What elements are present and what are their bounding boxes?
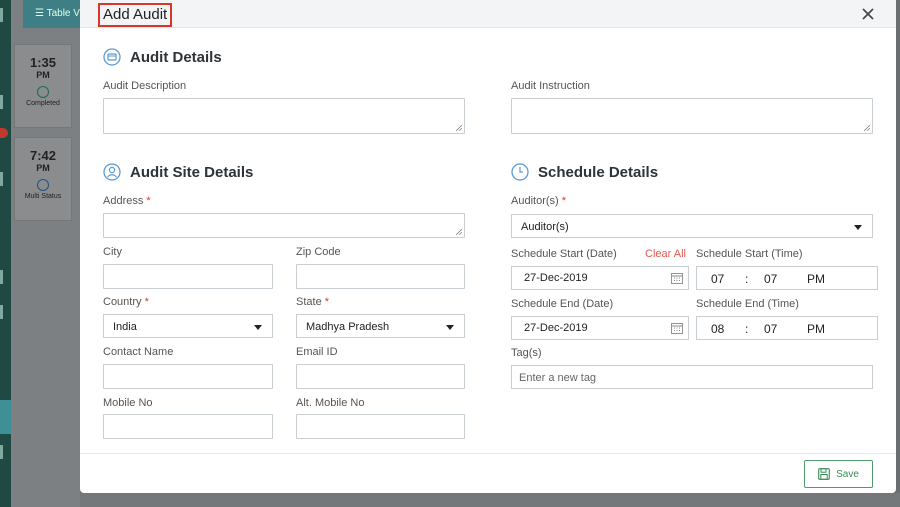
check-circle-icon: [37, 86, 49, 98]
left-nav-rail: [0, 0, 11, 507]
schedule-end-date-label: Schedule End (Date): [511, 298, 614, 310]
time-separator: :: [745, 272, 749, 286]
country-select[interactable]: India: [103, 314, 273, 338]
state-select[interactable]: Madhya Pradesh: [296, 314, 465, 338]
address-label: Address *: [103, 195, 151, 207]
contact-name-input[interactable]: [103, 364, 273, 389]
tags-label: Tag(s): [511, 347, 542, 359]
zip-code-input[interactable]: [296, 264, 465, 289]
start-minute[interactable]: 07: [764, 272, 777, 286]
close-icon[interactable]: [860, 6, 876, 22]
user-icon: [103, 163, 121, 181]
schedule-end-time-input[interactable]: 08 : 07 PM: [696, 316, 878, 340]
state-label: State *: [296, 296, 330, 308]
mobile-no-label: Mobile No: [103, 397, 153, 409]
chevron-down-icon: [254, 325, 262, 330]
country-label: Country *: [103, 296, 149, 308]
schedule-start-time-label: Schedule Start (Time): [696, 248, 803, 260]
chevron-down-icon: [446, 325, 454, 330]
audit-description-textarea[interactable]: [103, 98, 465, 134]
audit-details-icon: [103, 48, 121, 66]
email-id-label: Email ID: [296, 346, 338, 358]
mobile-no-input[interactable]: [103, 414, 273, 439]
time-separator: :: [745, 322, 749, 336]
save-button[interactable]: Save: [804, 460, 873, 488]
notification-dot: [0, 128, 8, 138]
clear-all-link[interactable]: Clear All: [645, 248, 686, 260]
start-ampm[interactable]: PM: [807, 272, 825, 286]
floppy-disk-icon: [818, 468, 830, 480]
nav-marker: [0, 95, 3, 109]
resize-handle-icon[interactable]: [456, 125, 462, 131]
end-hour[interactable]: 08: [711, 322, 724, 336]
calendar-icon[interactable]: [671, 322, 683, 334]
end-ampm[interactable]: PM: [807, 322, 825, 336]
schedule-end-date-input[interactable]: 27-Dec-2019: [511, 316, 689, 340]
nav-marker: [0, 172, 3, 186]
modal-header: Add Audit: [80, 0, 896, 28]
nav-marker: [0, 305, 3, 319]
modal-title: Add Audit: [98, 3, 173, 27]
filter-icon: ☰: [35, 8, 44, 19]
alt-mobile-no-input[interactable]: [296, 414, 465, 439]
multi-status-icon: [37, 179, 49, 191]
resize-handle-icon[interactable]: [456, 229, 462, 235]
contact-name-label: Contact Name: [103, 346, 174, 358]
nav-active-item: [0, 400, 11, 434]
email-id-input[interactable]: [296, 364, 465, 389]
calendar-icon[interactable]: [671, 272, 683, 284]
schedule-card: 1:35 PM Completed: [14, 44, 72, 128]
resize-handle-icon[interactable]: [864, 125, 870, 131]
schedule-end-time-label: Schedule End (Time): [696, 298, 799, 310]
nav-marker: [0, 8, 3, 22]
audit-description-label: Audit Description: [103, 80, 187, 92]
schedule-start-date-input[interactable]: 27-Dec-2019: [511, 266, 689, 290]
audit-site-details-heading: Audit Site Details: [103, 163, 253, 181]
backdrop-bottom: [80, 493, 900, 507]
nav-marker: [0, 270, 3, 284]
tags-input[interactable]: Enter a new tag: [511, 365, 873, 389]
schedule-details-heading: Schedule Details: [511, 163, 658, 181]
zip-code-label: Zip Code: [296, 246, 341, 258]
nav-marker: [0, 445, 3, 459]
auditors-select[interactable]: Auditor(s): [511, 214, 873, 238]
audit-instruction-textarea[interactable]: [511, 98, 873, 134]
address-textarea[interactable]: [103, 213, 465, 238]
schedule-start-date-label: Schedule Start (Date): [511, 248, 617, 260]
auditors-label: Auditor(s) *: [511, 195, 567, 207]
audit-instruction-label: Audit Instruction: [511, 80, 590, 92]
chevron-down-icon: [854, 225, 862, 230]
city-label: City: [103, 246, 122, 258]
table-view-button: ☰ Table V: [23, 0, 80, 28]
start-hour[interactable]: 07: [711, 272, 724, 286]
city-input[interactable]: [103, 264, 273, 289]
schedule-card: 7:42 PM Multi Status: [14, 137, 72, 221]
alt-mobile-no-label: Alt. Mobile No: [296, 397, 365, 409]
modal-footer: Save: [80, 453, 896, 493]
schedule-start-time-input[interactable]: 07 : 07 PM: [696, 266, 878, 290]
clock-icon: [511, 163, 529, 181]
audit-details-heading: Audit Details: [103, 48, 222, 66]
add-audit-modal: Add Audit Audit Details Audit Descriptio…: [80, 0, 896, 493]
end-minute[interactable]: 07: [764, 322, 777, 336]
